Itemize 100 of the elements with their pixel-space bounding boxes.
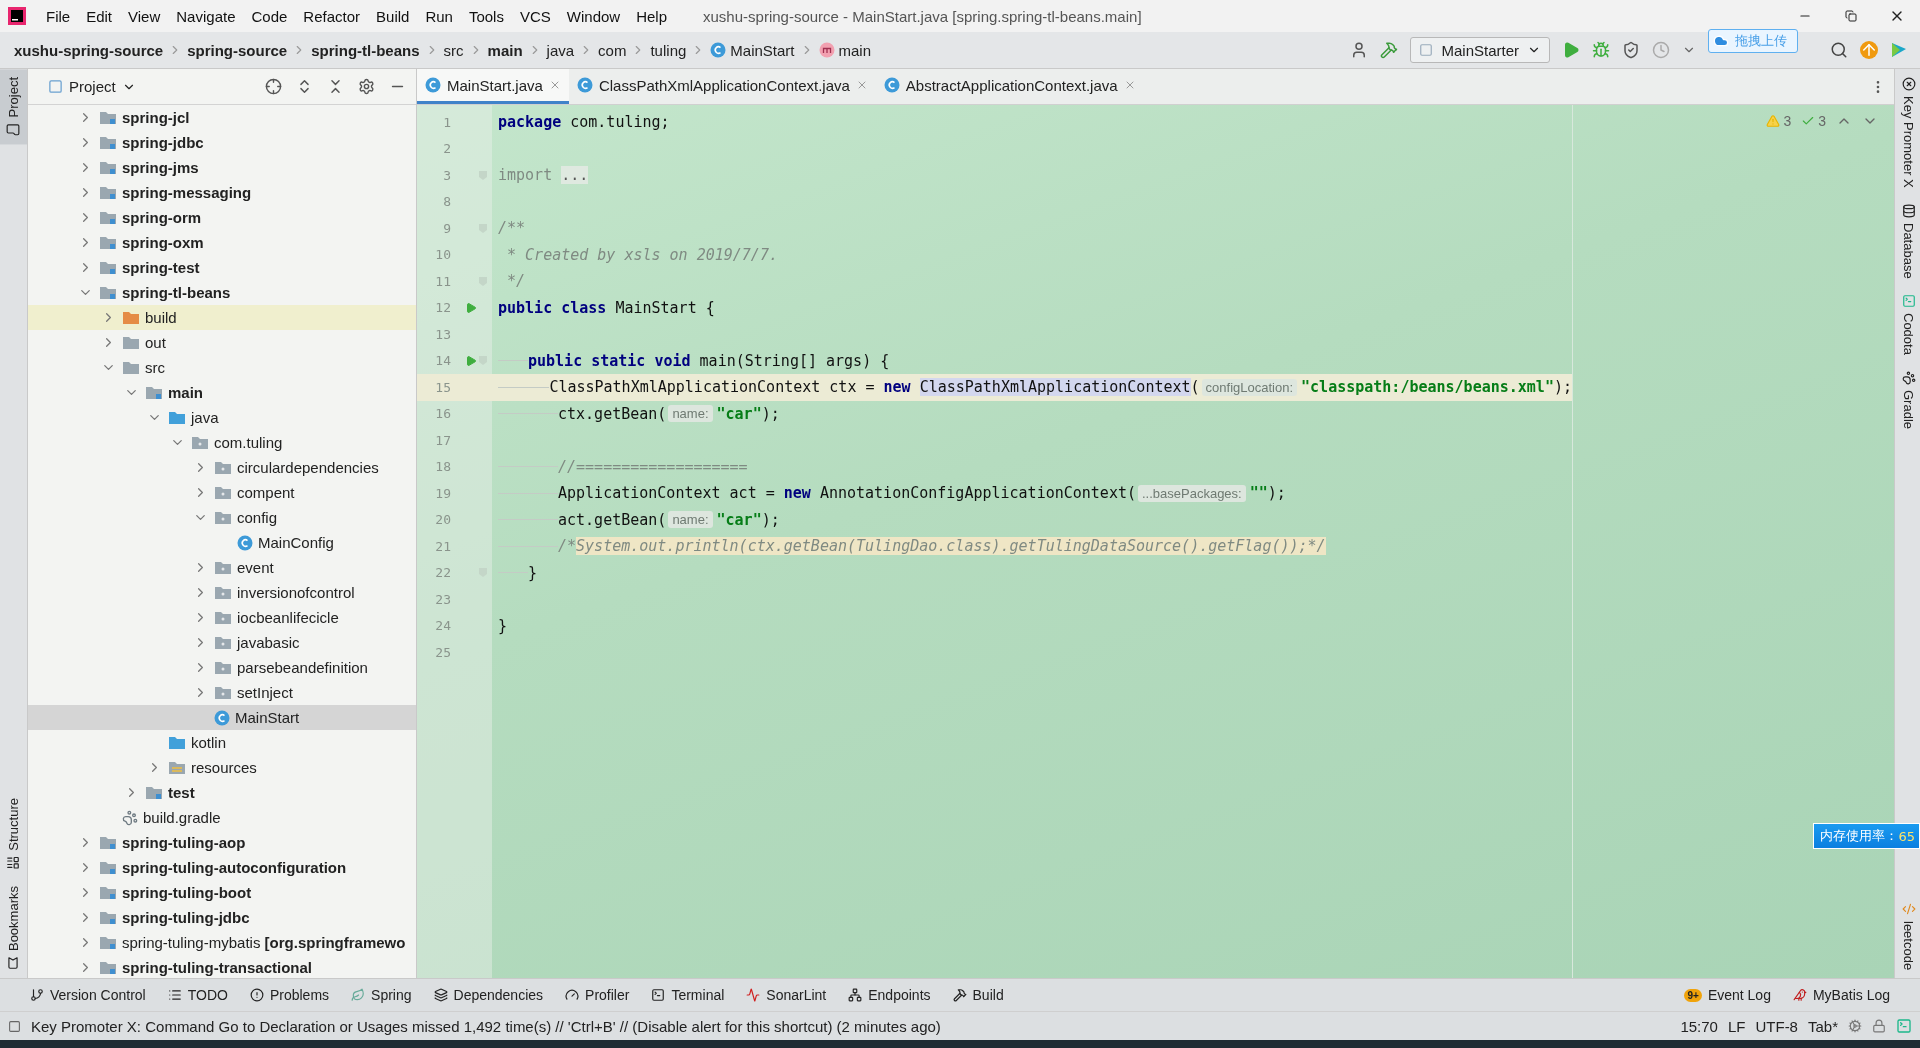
- menu-item[interactable]: Run: [417, 7, 461, 25]
- tool-window-button[interactable]: TODO: [167, 987, 228, 1003]
- tree-item[interactable]: MainStart: [28, 705, 416, 730]
- run-gutter-icon[interactable]: [465, 354, 477, 367]
- locate-icon[interactable]: [265, 78, 282, 95]
- menu-item[interactable]: File: [38, 7, 79, 25]
- tree-item[interactable]: spring-messaging: [28, 180, 416, 205]
- tree-item[interactable]: setInject: [28, 680, 416, 705]
- tool-window-button[interactable]: SonarLint: [746, 987, 827, 1003]
- tool-window-tab[interactable]: Bookmarks: [0, 877, 27, 978]
- tree-item[interactable]: kotlin: [28, 730, 416, 755]
- breadcrumb[interactable]: main: [487, 41, 523, 59]
- plugin-logo-icon[interactable]: [1890, 41, 1908, 59]
- breadcrumb[interactable]: com: [598, 41, 627, 59]
- breadcrumb[interactable]: java: [546, 41, 575, 59]
- tree-item[interactable]: build: [28, 305, 416, 330]
- tool-window-tab[interactable]: Database: [1895, 195, 1920, 287]
- tool-window-button[interactable]: Dependencies: [433, 987, 544, 1003]
- tree-item[interactable]: spring-tl-beans: [28, 280, 416, 305]
- status-item[interactable]: 15:70: [1680, 1017, 1718, 1035]
- tree-item[interactable]: spring-tuling-aop: [28, 830, 416, 855]
- tool-window-button[interactable]: Problems: [249, 987, 330, 1003]
- tree-item[interactable]: spring-jcl: [28, 105, 416, 130]
- tool-window-tab[interactable]: Codota: [1895, 286, 1920, 364]
- tool-window-button[interactable]: Spring: [351, 987, 412, 1003]
- panel-toggle-icon[interactable]: [8, 1019, 21, 1033]
- tree-item[interactable]: com.tuling: [28, 430, 416, 455]
- tree-item[interactable]: javabasic: [28, 630, 416, 655]
- breadcrumb[interactable]: xushu-spring-source: [14, 41, 164, 59]
- menu-item[interactable]: Navigate: [168, 7, 244, 25]
- tree-item[interactable]: MainConfig: [28, 530, 416, 555]
- tool-window-button[interactable]: Version Control: [30, 987, 146, 1003]
- editor-tab[interactable]: MainStart.java: [417, 69, 569, 104]
- shield-icon[interactable]: [1622, 41, 1640, 59]
- tree-item[interactable]: parsebeandefinition: [28, 655, 416, 680]
- tree-item[interactable]: spring-tuling-autoconfiguration: [28, 855, 416, 880]
- tree-item[interactable]: spring-orm: [28, 205, 416, 230]
- gear-icon[interactable]: [1848, 1019, 1862, 1033]
- tool-window-tab[interactable]: Key Promoter X: [1895, 69, 1920, 196]
- menu-item[interactable]: Edit: [78, 7, 121, 25]
- tool-window-button[interactable]: Profiler: [565, 987, 630, 1003]
- tree-item[interactable]: spring-jdbc: [28, 130, 416, 155]
- menu-item[interactable]: Help: [628, 7, 676, 25]
- tool-window-tab[interactable]: leetcode: [1895, 893, 1920, 978]
- editor-tab[interactable]: ClassPathXmlApplicationContext.java: [568, 69, 876, 104]
- tree-item[interactable]: spring-oxm: [28, 230, 416, 255]
- tree-item[interactable]: spring-tuling-mybatis [org.springframewo: [28, 930, 416, 955]
- tree-item[interactable]: spring-jms: [28, 155, 416, 180]
- tool-window-button[interactable]: Endpoints: [848, 987, 931, 1003]
- hammer-icon[interactable]: [1380, 41, 1399, 59]
- menu-item[interactable]: Window: [558, 7, 629, 25]
- run-config-dropdown[interactable]: MainStarter: [1410, 37, 1550, 63]
- menu-item[interactable]: VCS: [511, 7, 559, 25]
- tree-item[interactable]: main: [28, 380, 416, 405]
- tool-window-button[interactable]: Terminal: [651, 987, 725, 1003]
- status-item[interactable]: UTF-8: [1755, 1017, 1798, 1035]
- tree-item[interactable]: spring-test: [28, 255, 416, 280]
- tool-window-tab[interactable]: Structure: [0, 790, 27, 878]
- tree-item[interactable]: iocbeanlifecicle: [28, 605, 416, 630]
- breadcrumb[interactable]: spring-source: [187, 41, 288, 59]
- lock-icon[interactable]: [1872, 1019, 1886, 1033]
- tool-window-tab[interactable]: Gradle: [1895, 363, 1920, 438]
- tree-item[interactable]: config: [28, 505, 416, 530]
- breadcrumb[interactable]: main: [818, 41, 872, 59]
- menu-item[interactable]: Tools: [460, 7, 512, 25]
- update-icon[interactable]: [1860, 41, 1878, 59]
- status-item[interactable]: LF: [1727, 1017, 1746, 1035]
- menu-item[interactable]: Refactor: [295, 7, 369, 25]
- tree-item[interactable]: spring-tuling-transactional: [28, 955, 416, 978]
- tree-item[interactable]: inversionofcontrol: [28, 580, 416, 605]
- tree-item[interactable]: out: [28, 330, 416, 355]
- menu-item[interactable]: View: [120, 7, 169, 25]
- tree-item[interactable]: spring-tuling-jdbc: [28, 905, 416, 930]
- editor-tab[interactable]: AbstractApplicationContext.java: [875, 69, 1144, 104]
- breadcrumb[interactable]: tuling: [650, 41, 687, 59]
- run-icon[interactable]: [1562, 41, 1580, 59]
- tree-item[interactable]: compent: [28, 480, 416, 505]
- menu-item[interactable]: Build: [368, 7, 418, 25]
- search-icon[interactable]: [1830, 41, 1848, 59]
- run-gutter-icon[interactable]: [465, 301, 477, 314]
- menu-item[interactable]: Code: [243, 7, 296, 25]
- tool-window-button[interactable]: MyBatis Log: [1792, 987, 1890, 1003]
- tree-item[interactable]: src: [28, 355, 416, 380]
- tool-window-button[interactable]: 9+ Event Log: [1684, 987, 1771, 1003]
- tree-item[interactable]: test: [28, 780, 416, 805]
- breadcrumb[interactable]: MainStart: [710, 41, 795, 59]
- tool-window-tab[interactable]: Project: [0, 69, 27, 145]
- tree-item[interactable]: spring-tuling-boot: [28, 880, 416, 905]
- tree-item[interactable]: circulardependencies: [28, 455, 416, 480]
- warnings-count[interactable]: 3: [1766, 113, 1792, 129]
- breadcrumb[interactable]: src: [443, 41, 464, 59]
- debug-icon[interactable]: [1592, 41, 1610, 59]
- settings-icon[interactable]: [358, 78, 375, 95]
- tree-item[interactable]: event: [28, 555, 416, 580]
- breadcrumb[interactable]: spring-tl-beans: [311, 41, 420, 59]
- status-item[interactable]: Tab*: [1807, 1017, 1838, 1035]
- tree-item[interactable]: resources: [28, 755, 416, 780]
- tree-item[interactable]: java: [28, 405, 416, 430]
- project-view-dropdown[interactable]: Project: [42, 77, 142, 96]
- tree-item[interactable]: build.gradle: [28, 805, 416, 830]
